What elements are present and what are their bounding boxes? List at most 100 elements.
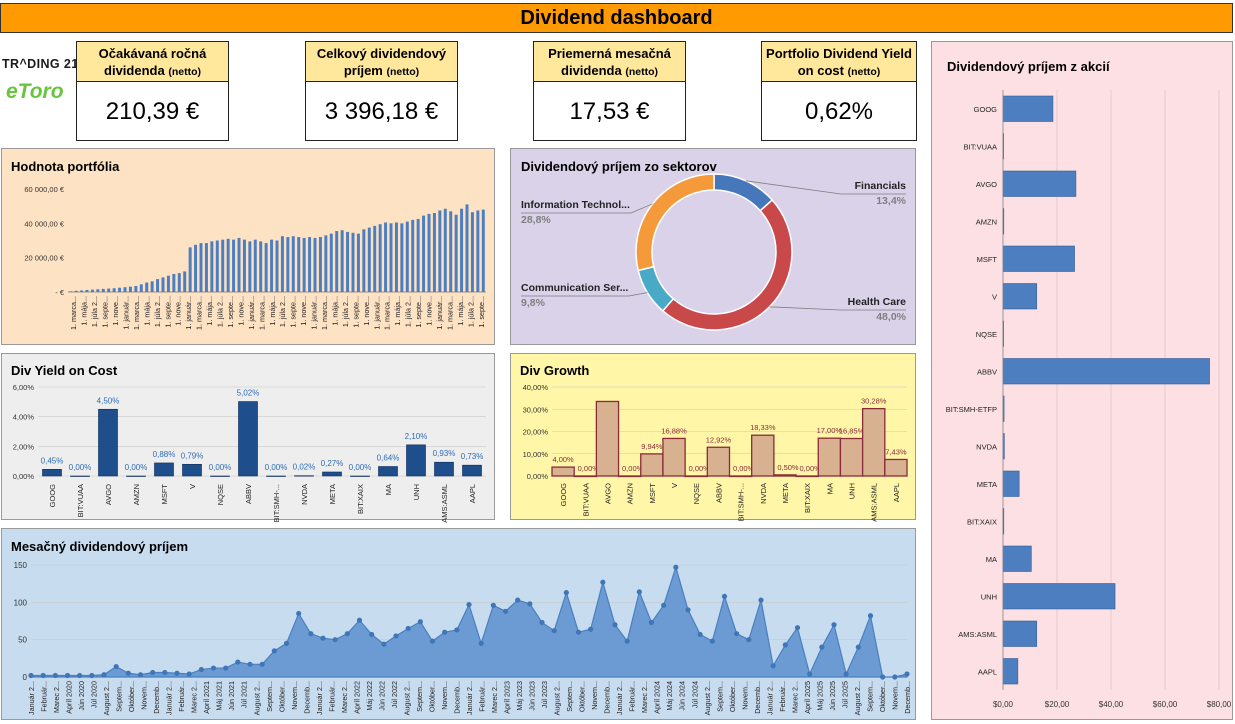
bar <box>378 224 382 292</box>
x-tick-label: Marec 2... <box>790 681 799 713</box>
x-tick-label: Apríl 2023 <box>503 681 512 714</box>
bar <box>294 475 314 477</box>
bar <box>188 247 192 292</box>
x-tick-label: Júl 2025 <box>840 681 849 708</box>
x-tick-label: 1. júla 2... <box>216 296 225 327</box>
data-point <box>563 590 569 596</box>
data-point <box>746 637 752 643</box>
bar <box>1002 245 1075 272</box>
y-tick-label: 10,00% <box>523 450 549 459</box>
x-tick-label: 1. marca... <box>445 296 454 330</box>
x-tick-label: BIT:VUAA <box>581 483 590 516</box>
data-point <box>588 626 594 632</box>
bar <box>1002 545 1032 572</box>
x-tick-label: Jún 2025 <box>828 681 837 711</box>
x-tick-label: ABBV <box>244 484 253 504</box>
bar <box>232 239 236 292</box>
x-tick-label: Novem... <box>890 681 899 710</box>
x-tick-label: Február... <box>628 681 637 712</box>
data-point <box>673 564 679 570</box>
y-tick-label: AMZN <box>976 217 997 226</box>
bar <box>416 219 420 292</box>
x-tick-label: 1. septe... <box>101 296 110 328</box>
x-tick-label: Október... <box>127 681 136 712</box>
bar <box>1002 620 1038 647</box>
data-point <box>734 631 740 637</box>
kpi-label: Priemerná mesačná dividenda (netto) <box>534 42 685 82</box>
x-tick-label: MA <box>825 483 834 494</box>
bar <box>264 243 268 292</box>
x-tick-label: 1. mája... <box>393 296 402 326</box>
bar <box>98 408 118 477</box>
data-point <box>600 579 606 585</box>
bar <box>210 475 230 477</box>
bar <box>378 466 398 477</box>
slice-label: Health Care <box>848 296 907 308</box>
x-tick-label: V <box>188 484 197 489</box>
x-tick-label: V <box>670 483 679 488</box>
y-tick-label: NQSE <box>976 330 997 339</box>
x-tick-label: 1. septe... <box>226 296 235 328</box>
bar <box>427 213 431 292</box>
x-tick-label: Júl 2022 <box>390 681 399 708</box>
data-point <box>624 638 630 644</box>
x-tick-label: Apríl 2024 <box>653 681 662 714</box>
data-point <box>320 635 326 641</box>
y-tick-label: 40 000,00 € <box>24 219 64 228</box>
data-label: 0,00% <box>69 463 92 472</box>
data-point <box>344 631 350 637</box>
x-tick-label: BIT:VUAA <box>76 484 85 517</box>
area-series <box>30 565 908 678</box>
x-tick-label: Február... <box>40 681 49 712</box>
data-point <box>612 622 618 628</box>
kpi-yield-on-cost: Portfolio Dividend Yield on cost (netto)… <box>761 41 917 141</box>
data-label: 5,02% <box>237 389 260 398</box>
data-point <box>369 631 375 638</box>
bar <box>406 444 426 477</box>
x-tick-label: Jún 2023 <box>528 681 537 711</box>
x-tick-label: AMZN <box>626 483 635 504</box>
x-tick-label: Novem... <box>290 681 299 710</box>
bar <box>194 244 198 292</box>
data-point <box>527 601 533 607</box>
monthly-income-plot: 050100150Január 2... Február... Marec 2...… <box>14 561 912 715</box>
kpi-expected-annual-dividend: Očakávaná ročná dividenda (netto) 210,39… <box>76 41 229 141</box>
y-tick-label: - € <box>55 288 65 297</box>
bar <box>573 475 598 478</box>
data-point <box>393 633 399 639</box>
bar <box>150 281 154 292</box>
x-tick-label: ABBV <box>714 483 723 503</box>
x-tick-label: $60,00 <box>1153 700 1178 709</box>
bar <box>139 284 143 292</box>
x-tick-label: Decemb... <box>753 681 762 714</box>
y-tick-label: V <box>992 292 997 301</box>
x-tick-label: Máj 2022 <box>365 681 374 711</box>
data-point <box>259 661 265 667</box>
data-label: 12,92% <box>706 435 732 444</box>
x-tick-label: 1. január... <box>310 296 319 330</box>
dashboard-title: Dividend dashboard <box>0 3 1233 33</box>
x-tick-label: GOOG <box>559 483 568 507</box>
y-tick-label: 0 <box>23 673 28 682</box>
bar <box>1002 470 1020 497</box>
bar <box>389 223 393 292</box>
x-tick-label: 1. január... <box>247 296 256 330</box>
bar <box>617 475 642 478</box>
bar <box>302 237 306 292</box>
portfolio-value-plot: - € 20 000,00 € 40 000,00 € 60 000,00 € 1. m… <box>24 185 486 330</box>
bar <box>373 225 377 292</box>
stock-income-chart: Dividendový príjem z akcií $0,00 $20,00 $4… <box>931 41 1233 720</box>
x-tick-label: 1. mája... <box>268 296 277 326</box>
x-tick-label: AVGO <box>603 483 612 504</box>
bar <box>1002 583 1116 610</box>
x-tick-label: Január 2... <box>615 681 624 715</box>
data-label: 0,79% <box>181 451 204 460</box>
bar <box>101 288 105 292</box>
data-point <box>855 644 861 650</box>
bar <box>199 243 203 292</box>
y-tick-label: META <box>977 480 997 489</box>
bar <box>248 241 252 292</box>
x-tick-label: Septem... <box>265 681 274 712</box>
data-point <box>819 644 825 650</box>
x-tick-label: AAPL <box>892 483 901 502</box>
